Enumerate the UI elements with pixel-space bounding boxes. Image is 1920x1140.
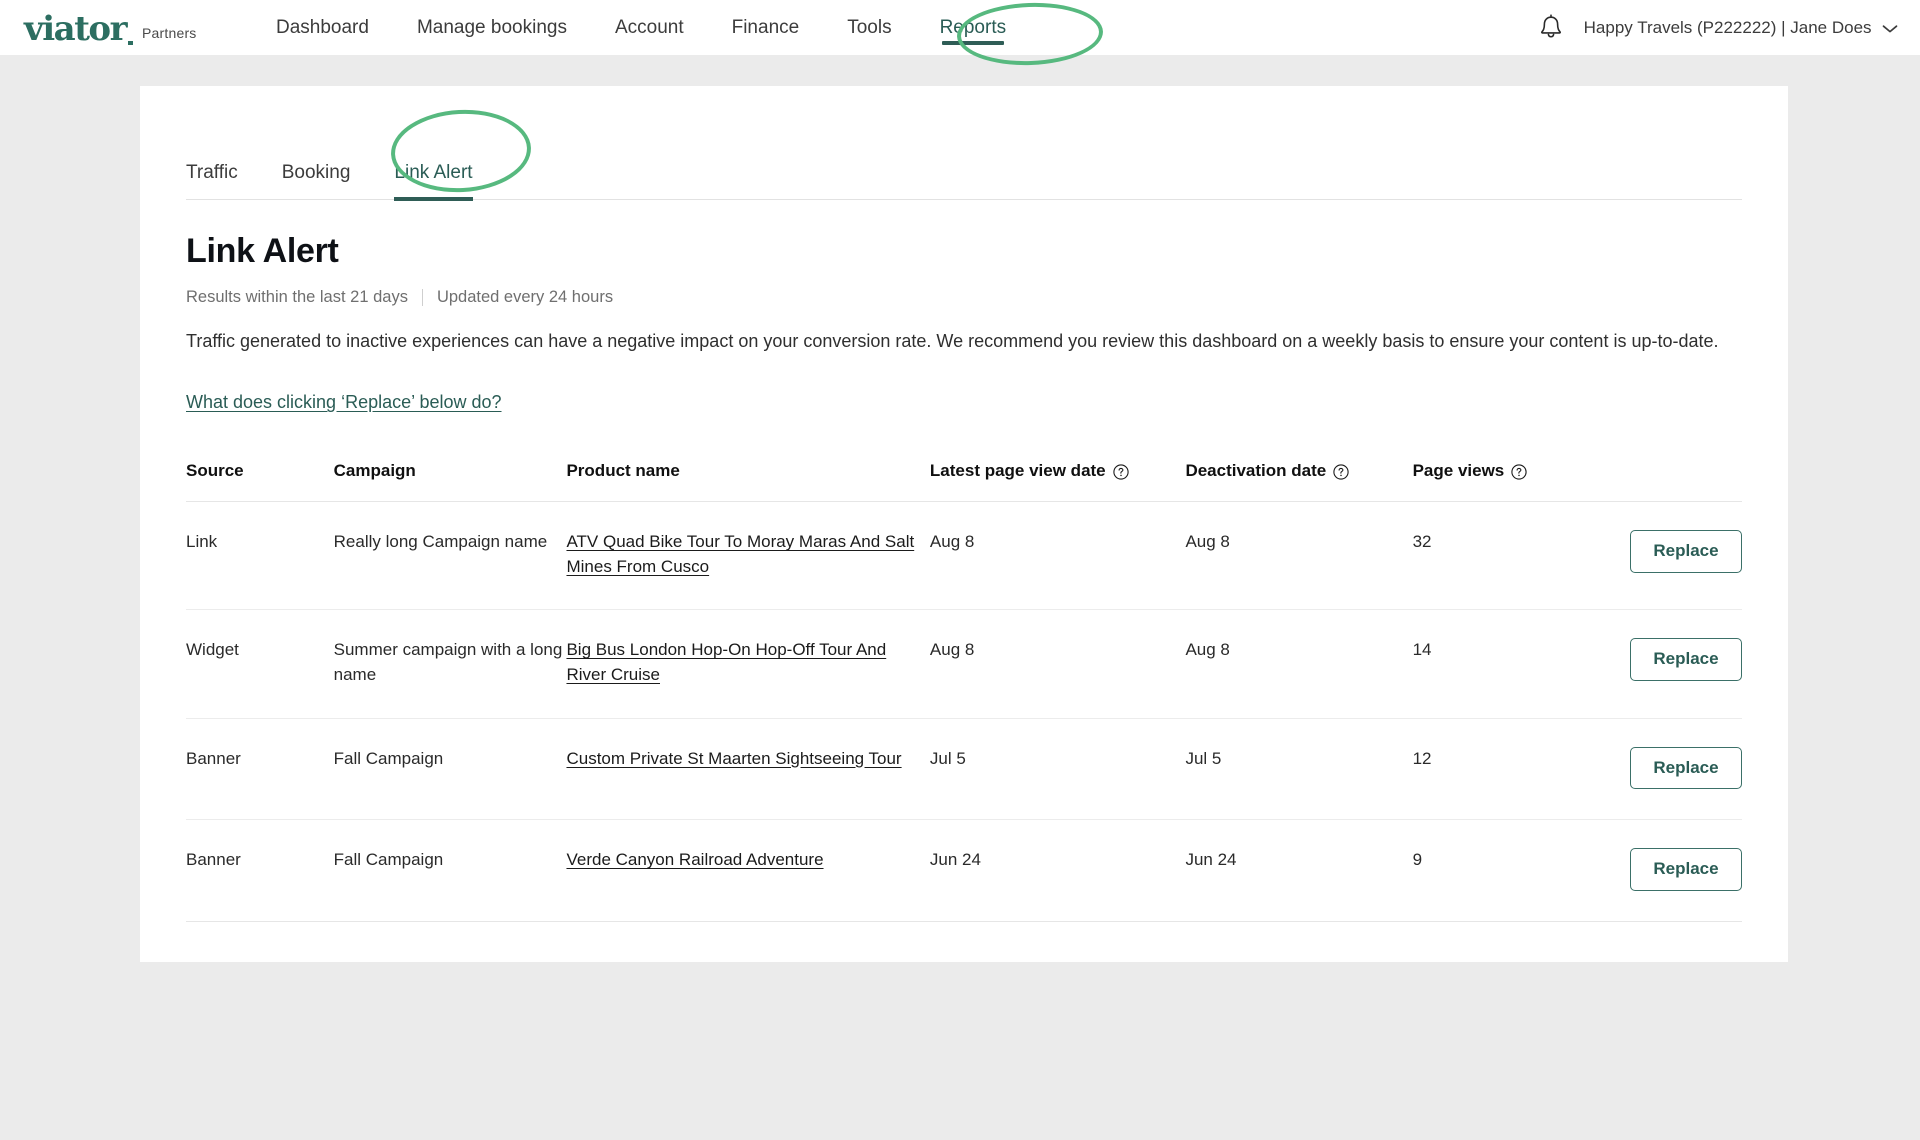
column-header-product-name-label: Product name [566, 461, 680, 481]
cell-page-views: 32 [1412, 501, 1561, 611]
cell-action: Replace [1560, 609, 1742, 719]
meta-divider [421, 289, 423, 306]
cell-campaign: Really long Campaign name [333, 501, 567, 611]
tab-link-alert[interactable]: Link Alert [394, 162, 473, 201]
page-title: Link Alert [186, 232, 339, 270]
cell-product-name: Custom Private St Maarten Sightseeing To… [566, 718, 930, 821]
logo-dot [128, 40, 133, 45]
nav-item-manage-bookings[interactable]: Manage bookings [417, 0, 567, 55]
cell-product-name: Big Bus London Hop-On Hop-Off Tour And R… [566, 609, 930, 719]
cell-latest-page-view-date: Jul 5 [929, 718, 1186, 821]
product-link[interactable]: ATV Quad Bike Tour To Moray Maras And Sa… [566, 532, 914, 576]
primary-nav: Dashboard Manage bookings Account Financ… [276, 0, 1006, 55]
cell-campaign: Summer campaign with a long name [333, 609, 567, 719]
column-header-latest-page-view-date: Latest page view date [929, 461, 1186, 503]
cell-deactivation-date: Jul 5 [1185, 718, 1413, 821]
help-icon[interactable] [1511, 461, 1527, 481]
cell-action: Replace [1560, 501, 1742, 611]
viator-wordmark: viator [24, 8, 128, 49]
column-header-source: Source [186, 461, 334, 503]
top-navigation-bar: viator Partners Dashboard Manage booking… [0, 0, 1920, 55]
page-description: Traffic generated to inactive experience… [186, 331, 1719, 351]
cell-action: Replace [1560, 819, 1742, 923]
cell-source: Banner [186, 718, 334, 821]
chevron-down-icon [1876, 20, 1898, 37]
help-icon[interactable] [1333, 461, 1349, 481]
table-header-row: Source Campaign Product name Latest page… [186, 461, 1742, 503]
logo-partners-label: Partners [142, 24, 197, 41]
nav-right-cluster: Happy Travels (P222222) | Jane Does [1538, 13, 1898, 42]
replace-help-link[interactable]: What does clicking ‘Replace’ below do? [186, 392, 502, 413]
nav-item-tools[interactable]: Tools [847, 0, 891, 55]
cell-campaign: Fall Campaign [333, 819, 567, 923]
cell-latest-page-view-date: Aug 8 [929, 501, 1186, 611]
replace-button[interactable]: Replace [1630, 848, 1742, 892]
column-header-page-views-label: Page views [1412, 461, 1505, 481]
table-body: Link Really long Campaign name ATV Quad … [186, 501, 1742, 923]
cell-source: Widget [186, 609, 334, 719]
page-body: Link Alert Results within the last 21 da… [140, 232, 1788, 923]
cell-page-views: 12 [1412, 718, 1561, 821]
column-header-deactivation-date-label: Deactivation date [1185, 461, 1327, 481]
tab-traffic[interactable]: Traffic [186, 162, 238, 199]
update-cadence-label: Updated every 24 hours [436, 288, 614, 306]
cell-campaign: Fall Campaign [333, 718, 567, 821]
cell-action: Replace [1560, 718, 1742, 821]
cell-latest-page-view-date: Jun 24 [929, 819, 1186, 923]
cell-product-name: ATV Quad Bike Tour To Moray Maras And Sa… [566, 501, 930, 611]
column-header-latest-page-view-date-label: Latest page view date [929, 461, 1106, 481]
table-row: Banner Fall Campaign Verde Canyon Railro… [186, 819, 1742, 923]
help-icon[interactable] [1112, 461, 1129, 481]
replace-button[interactable]: Replace [1630, 638, 1742, 682]
column-header-deactivation-date: Deactivation date [1185, 461, 1413, 503]
column-header-page-views: Page views [1412, 461, 1561, 503]
product-link[interactable]: Verde Canyon Railroad Adventure [566, 850, 823, 869]
table-row: Widget Summer campaign with a long name … [186, 609, 1742, 719]
results-window-label: Results within the last 21 days [186, 288, 408, 306]
report-card: Traffic Booking Link Alert Link Alert Re… [140, 86, 1788, 962]
cell-source: Banner [186, 819, 334, 923]
product-link[interactable]: Custom Private St Maarten Sightseeing To… [566, 749, 901, 768]
column-header-campaign-label: Campaign [333, 461, 416, 481]
nav-item-reports[interactable]: Reports [940, 0, 1006, 55]
cell-deactivation-date: Aug 8 [1185, 609, 1413, 719]
account-menu[interactable]: Happy Travels (P222222) | Jane Does [1584, 18, 1898, 38]
cell-product-name: Verde Canyon Railroad Adventure [566, 819, 930, 923]
cell-page-views: 9 [1412, 819, 1561, 923]
nav-item-finance[interactable]: Finance [732, 0, 800, 55]
bell-icon[interactable] [1538, 13, 1564, 42]
report-subtabs: Traffic Booking Link Alert [186, 86, 1742, 201]
cell-deactivation-date: Jun 24 [1185, 819, 1413, 923]
cell-page-views: 14 [1412, 609, 1561, 719]
column-header-actions [1560, 461, 1742, 503]
viator-partners-logo[interactable]: viator Partners [24, 8, 234, 49]
cell-deactivation-date: Aug 8 [1185, 501, 1413, 611]
replace-button[interactable]: Replace [1630, 530, 1742, 573]
account-label: Happy Travels (P222222) | Jane Does [1583, 17, 1872, 37]
replace-button[interactable]: Replace [1630, 746, 1742, 790]
column-header-source-label: Source [186, 461, 244, 481]
cell-source: Link [186, 501, 334, 611]
nav-item-dashboard[interactable]: Dashboard [276, 0, 369, 55]
page-meta: Results within the last 21 days Updated … [186, 288, 1742, 307]
nav-item-account[interactable]: Account [615, 0, 684, 55]
tab-booking[interactable]: Booking [282, 162, 351, 199]
column-header-product-name: Product name [566, 461, 930, 503]
cell-latest-page-view-date: Aug 8 [929, 609, 1186, 719]
table-row: Banner Fall Campaign Custom Private St M… [186, 718, 1742, 821]
column-header-campaign: Campaign [333, 461, 567, 503]
product-link[interactable]: Big Bus London Hop-On Hop-Off Tour And R… [566, 640, 886, 684]
link-alert-table: Source Campaign Product name Latest page… [186, 461, 1742, 923]
table-row: Link Really long Campaign name ATV Quad … [186, 501, 1742, 611]
